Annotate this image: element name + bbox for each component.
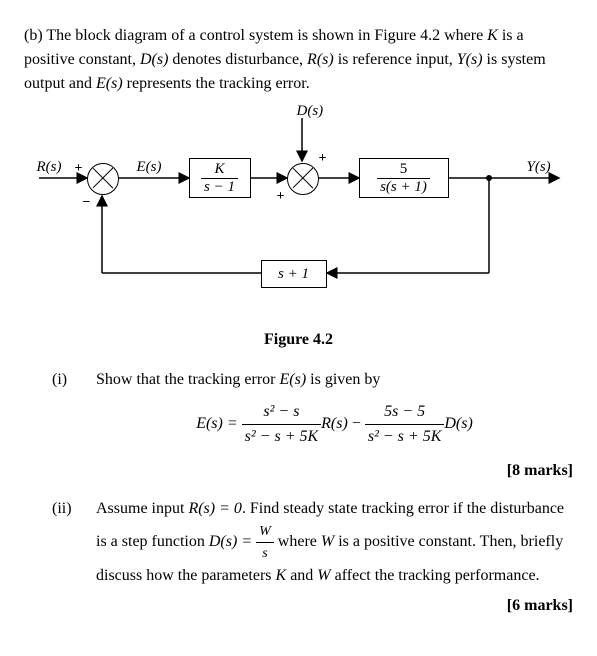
label-Ys: Y(s) [527,156,551,179]
item-ii-row: (ii) Assume input R(s) = 0. Find steady … [24,497,573,588]
frac2-den: s² − s + 5K [365,425,445,449]
frac2-num: 5s − 5 [365,400,445,425]
var-K: K [276,567,287,584]
pickoff-node [486,175,492,181]
formula-lhs: E(s) = [196,415,241,432]
item-i-row: (i) Show that the tracking error E(s) is… [24,368,573,453]
item-i-marks: [8 marks] [24,459,573,483]
intro-paragraph: (b) The block diagram of a control syste… [24,24,573,96]
item-ii-text: affect the tracking performance. [331,567,540,584]
sign-plus: + [319,148,327,169]
intro-text: denotes disturbance, [168,51,307,68]
label-Rs: R(s) [37,156,62,179]
eq-Rs: R(s) = 0 [188,500,241,517]
var-Ys: Y(s) [457,51,483,68]
sign-minus: − [83,192,91,213]
frac1-den: s² − s + 5K [242,425,322,449]
var-Ds: D(s) [140,51,168,68]
item-ii-marks: [6 marks] [24,594,573,618]
block-feedback: s + 1 [261,260,327,288]
block1-num: K [201,161,238,179]
item-i-text: Show that the tracking error [96,371,280,388]
part-label: (b) [24,27,43,44]
var-Rs: R(s) [307,51,334,68]
block1-den: s − 1 [201,179,238,196]
item-ii-text: where [274,533,321,550]
item-ii-text: Assume input [96,500,188,517]
ds-frac-num: W [256,521,274,543]
summing-junction-2 [287,163,319,195]
intro-text: is reference input, [334,51,457,68]
intro-text: represents the tracking error. [123,75,310,92]
ds-frac-den: s [256,543,274,564]
sign-plus: + [75,158,83,179]
var-Rs: R(s) [321,415,348,432]
var-W: W [321,533,334,550]
label-Ds: D(s) [297,100,324,123]
figure-caption: Figure 4.2 [24,328,573,352]
item-i-text: is given by [306,371,380,388]
sign-plus: + [277,186,285,207]
item-ii-content: Assume input R(s) = 0. Find steady state… [96,497,573,588]
eq-Ds-lhs: D(s) = [209,533,256,550]
var-Ds: D(s) [444,415,472,432]
summing-junction-1 [87,163,119,195]
label-Es: E(s) [137,156,162,179]
intro-text: The block diagram of a control system is… [46,27,487,44]
block-plant: 5 s(s + 1) [359,158,449,198]
var-Es: E(s) [280,371,307,388]
block2-den: s(s + 1) [377,179,430,196]
item-i-content: Show that the tracking error E(s) is giv… [96,368,573,453]
minus: − [348,415,365,432]
block-controller: K s − 1 [189,158,251,198]
block-diagram: D(s) R(s) Y(s) E(s) + − + + K s − 1 5 s(… [29,108,569,318]
item-i-label: (i) [52,368,96,392]
item-ii-text: and [286,567,317,584]
frac1-num: s² − s [242,400,322,425]
var-Es: E(s) [96,75,123,92]
item-ii-label: (ii) [52,497,96,521]
item-i-formula: E(s) = s² − s s² − s + 5K R(s) − 5s − 5 … [96,400,573,449]
var-W2: W [317,567,330,584]
block2-num: 5 [377,161,430,179]
var-K: K [487,27,498,44]
